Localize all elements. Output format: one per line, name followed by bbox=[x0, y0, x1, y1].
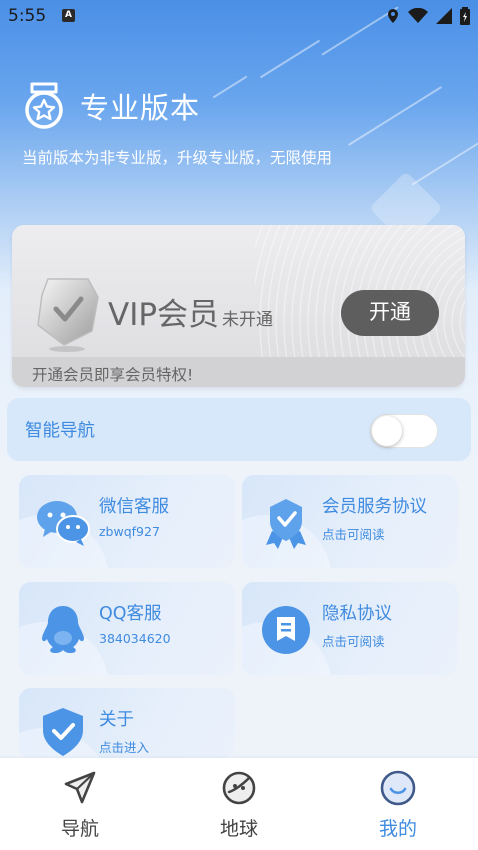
nav-label: 地球 bbox=[219, 818, 258, 840]
page-subtitle: 当前版本为非专业版，升级专业版，无限使用 bbox=[22, 149, 333, 167]
page-title: 专业版本 bbox=[80, 91, 201, 125]
smart-nav-toggle[interactable] bbox=[370, 414, 438, 448]
decor-line bbox=[259, 39, 321, 79]
pro-header: 专业版本 bbox=[22, 82, 200, 130]
qq-icon bbox=[42, 606, 84, 653]
tile-title: 关于 bbox=[99, 710, 134, 730]
signal-icon bbox=[436, 8, 452, 24]
notification-icon: A bbox=[62, 9, 75, 22]
nav-label: 导航 bbox=[60, 818, 99, 840]
wechat-service-tile[interactable]: 微信客服 zbwqf927 bbox=[19, 475, 235, 568]
profile-face-icon bbox=[380, 770, 416, 806]
activate-vip-button[interactable]: 开通 bbox=[341, 290, 439, 336]
decor-line bbox=[212, 75, 248, 99]
smart-nav-label: 智能导航 bbox=[25, 421, 95, 441]
document-icon bbox=[262, 606, 310, 654]
about-tile[interactable]: 关于 点击进入 bbox=[19, 688, 235, 758]
location-icon bbox=[388, 9, 398, 23]
toggle-knob bbox=[372, 416, 402, 446]
bottom-navigation: 导航 地球 我的 bbox=[0, 758, 478, 850]
tile-title: 会员服务协议 bbox=[322, 497, 427, 517]
nav-tab-mine[interactable]: 我的 bbox=[348, 768, 448, 841]
navigation-arrow-icon bbox=[64, 771, 96, 804]
decor-line bbox=[411, 136, 478, 186]
decor-line bbox=[347, 86, 443, 146]
vip-footer-text: 开通会员即享会员特权! bbox=[32, 366, 194, 384]
vip-label: VIP会员 bbox=[108, 297, 220, 333]
vip-shield-icon bbox=[37, 278, 99, 352]
tile-title: 微信客服 bbox=[99, 497, 169, 517]
vip-card: VIP会员 未开通 开通 开通会员即享会员特权! bbox=[12, 225, 465, 387]
smart-nav-row: 智能导航 bbox=[7, 398, 471, 461]
tile-subtitle: 点击可阅读 bbox=[322, 634, 385, 649]
tile-title: QQ客服 bbox=[99, 604, 162, 624]
nav-tab-earth[interactable]: 地球 bbox=[189, 768, 289, 841]
privacy-policy-tile[interactable]: 隐私协议 点击可阅读 bbox=[242, 582, 458, 675]
status-time: 5:55 bbox=[8, 6, 47, 26]
wifi-icon bbox=[408, 8, 428, 23]
tile-subtitle: 384034620 bbox=[99, 631, 171, 646]
vip-footer: 开通会员即享会员特权! bbox=[12, 357, 465, 387]
badge-icon bbox=[266, 499, 306, 549]
tile-subtitle: 点击可阅读 bbox=[322, 527, 385, 542]
wechat-icon bbox=[37, 501, 90, 546]
battery-icon bbox=[460, 7, 470, 25]
nav-tab-navigation[interactable]: 导航 bbox=[30, 768, 130, 841]
tile-subtitle: zbwqf927 bbox=[99, 524, 160, 539]
status-icons bbox=[386, 7, 470, 25]
vip-status: 未开通 bbox=[222, 310, 273, 330]
status-bar: 5:55 A bbox=[0, 0, 478, 32]
qq-service-tile[interactable]: QQ客服 384034620 bbox=[19, 582, 235, 675]
shield-check-icon bbox=[43, 708, 83, 756]
medal-star-icon bbox=[25, 82, 63, 129]
planet-icon bbox=[222, 771, 256, 805]
tile-title: 隐私协议 bbox=[322, 604, 392, 624]
member-agreement-tile[interactable]: 会员服务协议 点击可阅读 bbox=[242, 475, 458, 568]
tile-subtitle: 点击进入 bbox=[99, 740, 150, 755]
nav-label: 我的 bbox=[378, 818, 417, 840]
